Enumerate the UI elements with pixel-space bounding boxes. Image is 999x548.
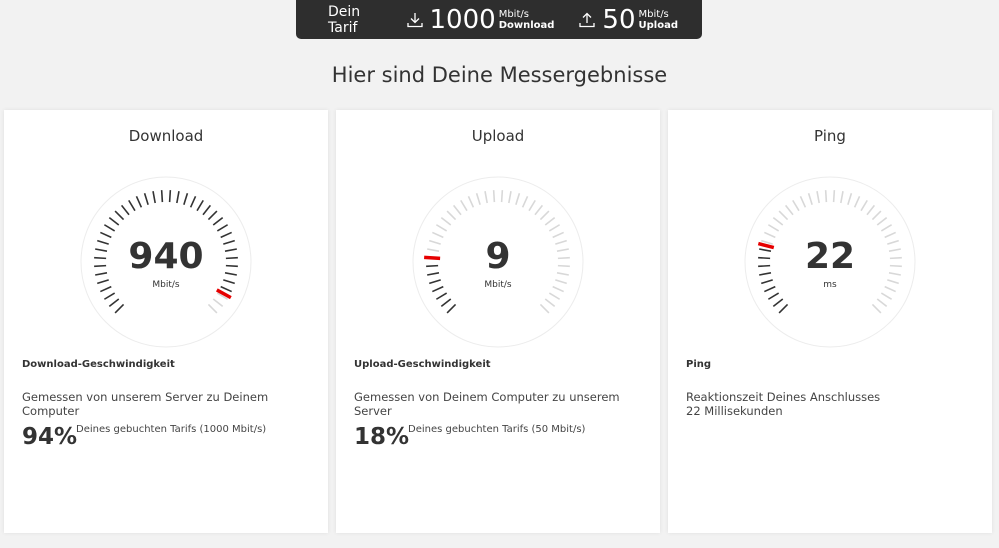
ping-description-line1: Reaktionszeit Deines Anschlusses: [686, 390, 881, 404]
download-percent: 94%: [22, 424, 78, 450]
upload-card-title: Upload: [471, 127, 525, 145]
gauge-tick: [160, 190, 164, 203]
gauge-tick: [500, 190, 504, 203]
upload-gauge-value: 9: [485, 236, 511, 277]
ping-description: Reaktionszeit Deines Anschlusses 22 Mill…: [686, 390, 986, 418]
upload-percent-note: Deines gebuchten Tarifs (50 Mbit/s): [408, 424, 586, 435]
tariff-upload-type: Upload: [638, 19, 678, 31]
tariff-download-value: 1000: [429, 4, 496, 35]
gauge-tick: [832, 190, 836, 203]
tariff-upload-unit: Mbit/s: [638, 8, 669, 20]
tariff-download-type: Download: [498, 19, 555, 31]
tariff-upload-units: Mbit/s Upload: [639, 9, 678, 31]
ping-gauge-unit: ms: [823, 280, 837, 290]
ping-card-title: Ping: [814, 127, 846, 145]
gauge-tick: [168, 190, 172, 203]
ping-card: Ping 22 ms Ping Reaktionszeit Deines Ans…: [668, 110, 992, 533]
download-gauge: 940 Mbit/s: [80, 176, 252, 348]
tariff-bar: Dein Tarif 1000 Mbit/s Download 50 Mbit/…: [296, 0, 702, 39]
tariff-download-unit: Mbit/s: [498, 8, 529, 20]
download-percent-note: Deines gebuchten Tarifs (1000 Mbit/s): [76, 424, 267, 435]
tariff-label: Dein Tarif: [328, 3, 361, 36]
tariff-upload-value: 50: [602, 4, 636, 35]
upload-card: Upload 9 Mbit/s Upload-Geschwindigkeit G…: [336, 110, 660, 533]
upload-percent: 18%: [354, 424, 410, 450]
download-icon: [406, 11, 424, 29]
download-heading: Download-Geschwindigkeit: [22, 359, 175, 370]
gauge-tick: [824, 190, 828, 203]
download-gauge-unit: Mbit/s: [152, 280, 180, 290]
upload-heading: Upload-Geschwindigkeit: [354, 359, 491, 370]
upload-icon: [578, 11, 596, 29]
ping-description-line2: 22 Millisekunden: [686, 404, 783, 418]
upload-gauge: 9 Mbit/s: [412, 176, 584, 348]
upload-description: Gemessen von Deinem Computer zu unserem …: [354, 390, 620, 418]
page-title: Hier sind Deine Messergebnisse: [331, 63, 668, 87]
ping-heading: Ping: [686, 359, 712, 370]
ping-gauge: 22 ms: [744, 176, 916, 348]
gauge-tick: [492, 190, 496, 203]
tariff-download-units: Mbit/s Download: [499, 9, 555, 31]
download-description: Gemessen von unserem Server zu Deinem Co…: [22, 390, 269, 418]
ping-gauge-value: 22: [804, 236, 856, 277]
download-card-title: Download: [128, 127, 204, 145]
download-gauge-value: 940: [128, 236, 204, 277]
upload-gauge-unit: Mbit/s: [484, 280, 512, 290]
download-card: Download 940 Mbit/s Download-Geschwindig…: [4, 110, 328, 533]
